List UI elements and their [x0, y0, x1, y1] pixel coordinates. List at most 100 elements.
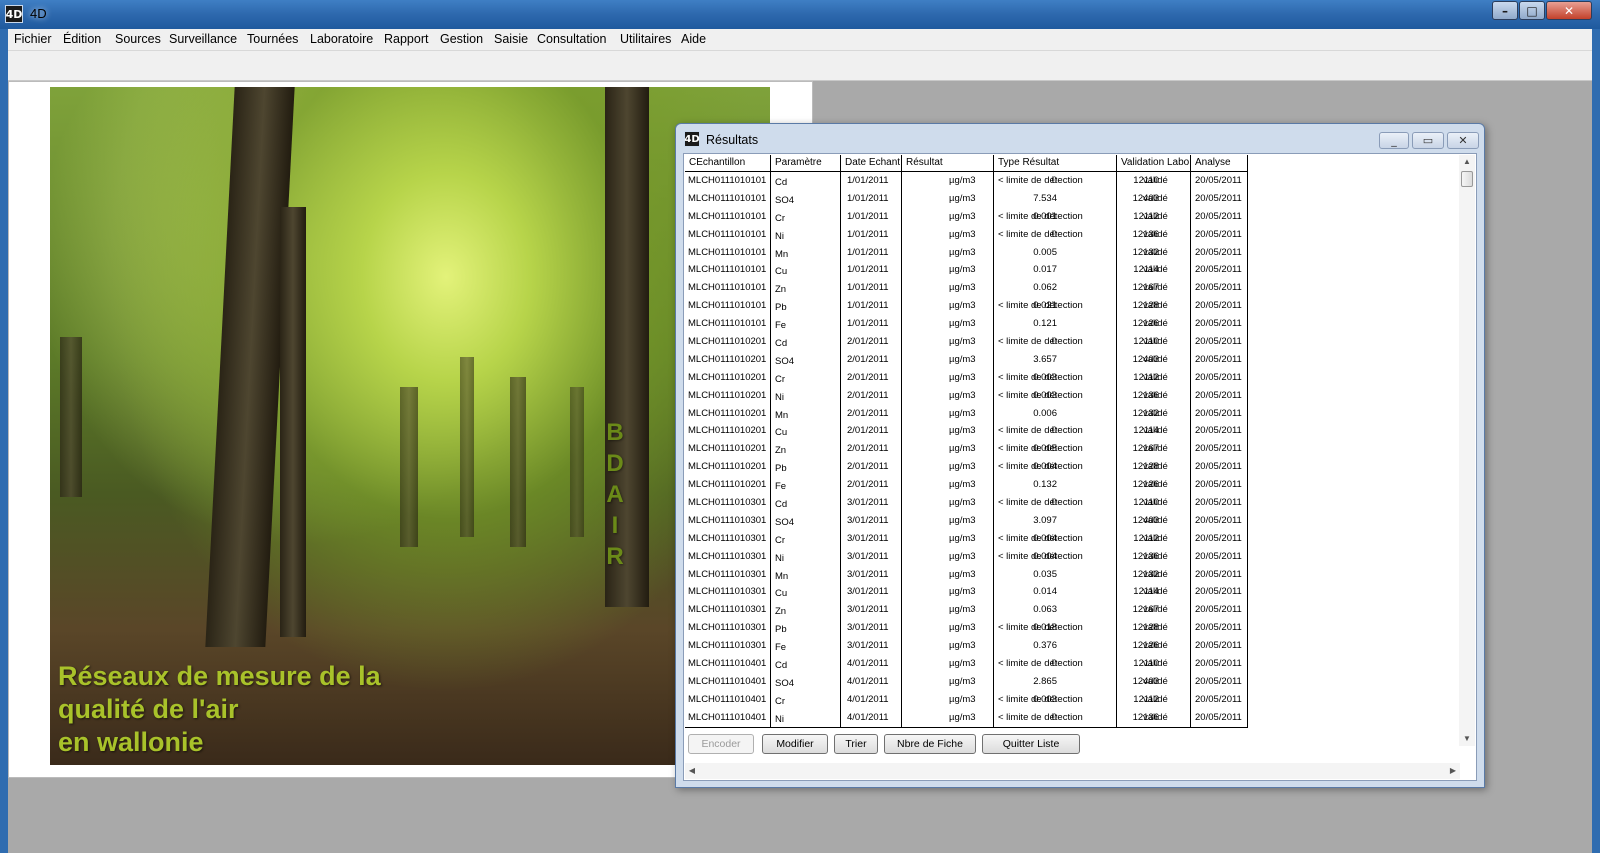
scroll-up-icon[interactable]: ▲	[1459, 155, 1475, 169]
column-header[interactable]: Résultat	[902, 155, 994, 172]
result-unit-cell: µg/m3	[949, 479, 976, 491]
date-cell: 1/01/2011	[847, 318, 889, 330]
echantillon-cell: MLCH0111010301	[688, 568, 767, 580]
echantillon-cell: MLCH0111010301	[688, 640, 767, 652]
parametre-cell: Mn	[775, 409, 789, 421]
modifier-button[interactable]: Modifier	[762, 734, 828, 754]
column-header[interactable]: Date Echant	[841, 155, 902, 172]
parametre-cell: Zn	[775, 284, 787, 296]
results-title-bar[interactable]: 4D Résultats _ ▭ ✕	[676, 124, 1484, 153]
trier-button[interactable]: Trier	[834, 734, 878, 754]
scroll-thumb[interactable]	[1461, 171, 1473, 187]
quitter-liste-button[interactable]: Quitter Liste	[982, 734, 1080, 754]
date-cell: 3/01/2011	[847, 604, 889, 616]
menu-sources[interactable]: Sources	[115, 32, 161, 46]
validation-cell: validé	[1143, 461, 1168, 473]
validation-cell: validé	[1143, 407, 1168, 419]
type-resultat-cell: < limite de détection	[998, 532, 1083, 544]
toolbar-area	[8, 51, 1592, 81]
menu-laboratoire[interactable]: Laboratoire	[310, 32, 373, 46]
result-unit-cell: µg/m3	[949, 622, 976, 634]
scroll-left-icon[interactable]: ◀	[685, 763, 699, 779]
result-value-cell: 3.657	[1033, 353, 1057, 365]
analyse-cell: 20/05/2011	[1195, 711, 1242, 723]
result-unit-cell: µg/m3	[949, 532, 976, 544]
column-divider	[901, 155, 902, 727]
result-unit-cell: µg/m3	[949, 175, 976, 186]
echantillon-cell: MLCH0111010101	[688, 175, 767, 186]
date-cell: 4/01/2011	[847, 658, 889, 670]
date-cell: 2/01/2011	[847, 425, 889, 437]
menu-aide[interactable]: Aide	[681, 32, 706, 46]
menu-consultation[interactable]: Consultation	[537, 32, 607, 46]
nbre-fiche-button[interactable]: Nbre de Fiche	[884, 734, 976, 754]
validation-cell: validé	[1143, 228, 1168, 240]
analyse-cell: 20/05/2011	[1195, 658, 1242, 670]
menu-tournées[interactable]: Tournées	[247, 32, 298, 46]
validation-cell: validé	[1143, 246, 1168, 258]
scroll-right-icon[interactable]: ▶	[1446, 763, 1460, 779]
minimize-icon[interactable]: –	[1492, 1, 1518, 20]
scroll-down-icon[interactable]: ▼	[1459, 732, 1475, 746]
menu-utilitaires[interactable]: Utilitaires	[620, 32, 671, 46]
close-icon[interactable]: ✕	[1447, 132, 1479, 149]
minimize-icon[interactable]: _	[1379, 132, 1409, 149]
echantillon-cell: MLCH0111010401	[688, 658, 767, 670]
date-cell: 1/01/2011	[847, 192, 889, 204]
menu-gestion[interactable]: Gestion	[440, 32, 483, 46]
result-unit-cell: µg/m3	[949, 461, 976, 473]
column-header[interactable]: Type Résultat	[994, 155, 1117, 172]
encoder-button[interactable]: Encoder	[688, 734, 754, 754]
date-cell: 4/01/2011	[847, 693, 889, 705]
bdair-letter: B	[606, 419, 624, 446]
parametre-cell: Fe	[775, 481, 787, 493]
parametre-cell: Fe	[775, 642, 787, 654]
result-value-cell: 0.017	[1033, 264, 1057, 276]
analyse-cell: 20/05/2011	[1195, 479, 1242, 491]
menu-édition[interactable]: Édition	[63, 32, 101, 46]
parametre-cell: SO4	[775, 516, 795, 528]
type-resultat-cell: < limite de détection	[998, 425, 1083, 437]
close-icon[interactable]: ✕	[1546, 1, 1592, 20]
column-header[interactable]: Validation Labo	[1117, 155, 1191, 172]
vertical-scrollbar[interactable]: ▲ ▼	[1459, 155, 1475, 746]
echantillon-cell: MLCH0111010101	[688, 192, 767, 204]
column-header[interactable]: Paramètre	[771, 155, 841, 172]
parametre-cell: Mn	[775, 248, 789, 260]
menu-fichier[interactable]: Fichier	[14, 32, 52, 46]
type-resultat-cell: < limite de détection	[998, 336, 1083, 348]
parametre-cell: Cd	[775, 338, 788, 350]
menu-saisie[interactable]: Saisie	[494, 32, 528, 46]
column-header[interactable]: CEchantillon	[685, 155, 771, 172]
date-cell: 2/01/2011	[847, 479, 889, 491]
validation-cell: validé	[1143, 282, 1168, 294]
result-value-cell: 3.097	[1033, 514, 1057, 526]
date-cell: 1/01/2011	[847, 282, 889, 294]
date-cell: 4/01/2011	[847, 711, 889, 723]
date-cell: 3/01/2011	[847, 586, 889, 598]
maximize-icon[interactable]: □	[1519, 1, 1545, 20]
window-title: 4D	[30, 6, 47, 21]
result-unit-cell: µg/m3	[949, 711, 976, 723]
analyse-cell: 20/05/2011	[1195, 336, 1242, 348]
analyse-cell: 20/05/2011	[1195, 550, 1242, 562]
menu-rapport[interactable]: Rapport	[384, 32, 428, 46]
menu-surveillance[interactable]: Surveillance	[169, 32, 237, 46]
bdair-letter: R	[606, 543, 624, 570]
main-title-bar[interactable]: 4D 4D – □ ✕	[0, 0, 1600, 29]
parametre-cell: Fe	[775, 320, 787, 332]
validation-cell: validé	[1143, 210, 1168, 222]
analyse-cell: 20/05/2011	[1195, 246, 1242, 258]
analyse-cell: 20/05/2011	[1195, 318, 1242, 330]
results-table[interactable]: CEchantillon Paramètre Date Echant Résultat…	[685, 155, 1248, 728]
type-resultat-cell: < limite de détection	[998, 550, 1083, 562]
result-unit-cell: µg/m3	[949, 675, 976, 687]
parametre-cell: Cr	[775, 534, 786, 546]
column-header[interactable]: Analyse	[1191, 155, 1247, 172]
horizontal-scrollbar[interactable]: ◀ ▶	[685, 763, 1460, 779]
maximize-icon[interactable]: ▭	[1412, 132, 1444, 149]
echantillon-cell: MLCH0111010101	[688, 228, 767, 240]
validation-cell: validé	[1143, 675, 1168, 687]
validation-cell: validé	[1143, 353, 1168, 365]
type-resultat-cell: < limite de détection	[998, 711, 1083, 723]
